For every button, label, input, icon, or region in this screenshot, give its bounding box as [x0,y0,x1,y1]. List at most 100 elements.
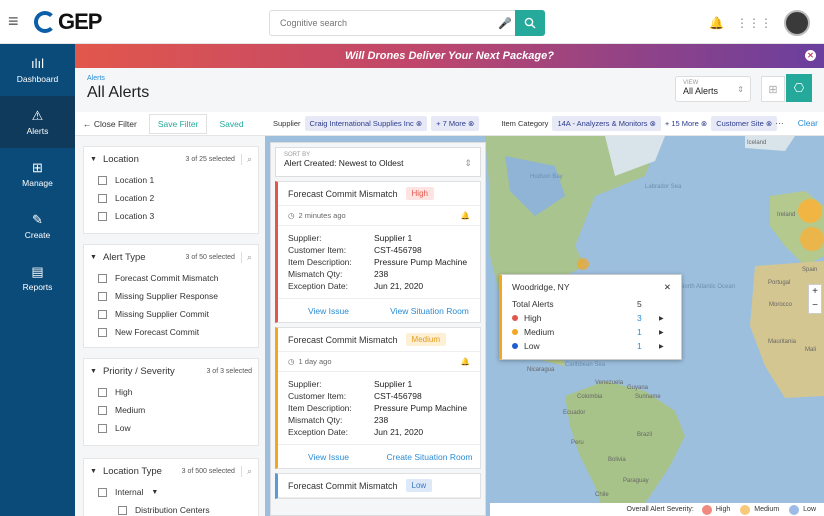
close-filter-button[interactable]: ← Close Filter [83,119,137,129]
checkbox[interactable] [118,505,127,515]
alert-time-row: ◷ 1 day ago 🔔 [278,352,480,372]
search-button[interactable] [515,10,545,36]
filter-option[interactable]: Low [84,419,258,437]
logo[interactable]: GEP [34,9,102,35]
filter-option[interactable]: Distribution Centers [84,501,258,516]
caret-right-icon[interactable]: ▶ [659,329,671,336]
priority-badge: Low [405,479,433,492]
sidebar-item-dashboard[interactable]: ılıl Dashboard [0,44,75,96]
alert-card[interactable]: Forecast Commit Mismatch Low [275,473,481,499]
location-type-filter-header[interactable]: ▼ Location Type 3 of 500 selected ⌕ [84,459,258,483]
search-icon[interactable]: ⌕ [240,153,252,165]
sidebar-item-manage[interactable]: ⊞ Manage [0,148,75,200]
checkbox[interactable] [98,405,107,415]
supplier-chip[interactable]: Craig International Supplies Inc ⊗ [304,116,428,131]
apps-grid-icon[interactable]: ⋮⋮⋮ [736,16,772,30]
filter-option[interactable]: Location 3 [84,207,258,225]
filter-option[interactable]: Forecast Commit Mismatch [84,269,258,287]
alerts-list: SORT BY Alert Created: Newest to Oldest … [270,142,486,516]
report-icon: ▤ [31,263,44,279]
saved-button[interactable]: Saved [219,119,243,129]
map-label-ecuador: Ecuador [563,410,585,416]
save-filter-button[interactable]: Save Filter [148,113,208,134]
filter-option[interactable]: New Forecast Commit [84,323,258,341]
avatar[interactable] [784,10,810,36]
filter-option[interactable]: High [84,383,258,401]
caret-right-icon[interactable]: ▶ [659,343,671,350]
alert-field: Mismatch Qty: 238 [278,414,480,426]
caret-right-icon[interactable]: ▶ [659,315,671,322]
checkbox[interactable] [98,387,107,397]
search-icon[interactable]: ⌕ [240,251,252,263]
field-value: CST-456798 [374,391,422,401]
alert-card[interactable]: Forecast Commit Mismatch Medium ◷ 1 day … [275,327,481,469]
popup-severity-row[interactable]: Medium 1 ▶ [502,325,681,339]
checkbox[interactable] [98,309,107,319]
filter-option-label: Medium [115,405,146,415]
alert-type-filter-header[interactable]: ▼ Alert Type 3 of 50 selected ⌕ [84,245,258,269]
map-label-morocco: Morocco [769,302,793,308]
search-icon[interactable]: ⌕ [240,465,252,477]
checkbox[interactable] [98,175,107,185]
priority-filter-header[interactable]: ▼ Priority / Severity 3 of 3 selected [84,359,258,383]
caret-down-icon: ▼ [90,367,97,375]
map-label-suriname: Suriname [635,394,661,400]
bell-icon[interactable]: 🔔 [461,211,470,220]
checkbox[interactable] [98,291,107,301]
view-issue-link[interactable]: View Issue [278,452,379,462]
close-icon[interactable]: ✕ [664,282,671,293]
caret-down-icon: ▼ [90,467,97,475]
category-more-chip[interactable]: + 15 More ⊗ [665,119,707,128]
filter-option[interactable]: Missing Supplier Commit [84,305,258,323]
checkbox[interactable] [98,327,107,337]
popup-location: Woodridge, NY [512,282,570,292]
sort-select[interactable]: SORT BY Alert Created: Newest to Oldest … [275,147,481,177]
alert-card[interactable]: Forecast Commit Mismatch High ◷ 2 minute… [275,181,481,323]
map-label-bolivia: Bolivia [608,457,626,463]
notification-bell-icon[interactable]: 🔔 [709,16,724,30]
bell-icon[interactable]: 🔔 [461,357,470,366]
checkbox[interactable] [98,273,107,283]
breadcrumb[interactable]: Alerts [87,75,105,82]
supplier-more-chip[interactable]: + 7 More ⊗ [431,116,480,131]
situation-room-link[interactable]: View Situation Room [379,306,480,316]
map-label-north-atlantic: North Atlantic Ocean [680,284,735,290]
checkbox[interactable] [98,193,107,203]
announcement-banner[interactable]: Will Drones Deliver Your Next Package? ✕ [75,44,824,68]
field-label: Exception Date: [288,281,349,291]
grid-view-button[interactable]: ⊞ [761,76,785,102]
popup-severity-row[interactable]: Low 1 ▶ [502,339,681,353]
filter-option[interactable]: Medium [84,401,258,419]
popup-severity-row[interactable]: High 3 ▶ [502,311,681,325]
filter-option[interactable]: Missing Supplier Response [84,287,258,305]
view-select[interactable]: VIEW All Alerts ⇕ [675,76,751,102]
checkbox[interactable] [98,211,107,221]
sidebar-item-alerts[interactable]: ⚠ Alerts [0,96,75,148]
checkbox[interactable] [98,487,107,497]
caret-down-icon[interactable]: ▼ [151,489,158,496]
category-chip[interactable]: 14A - Analyzers & Monitors ⊗ [552,116,661,131]
filter-option[interactable]: Location 2 [84,189,258,207]
checkbox[interactable] [98,423,107,433]
filter-option[interactable]: Location 1 [84,171,258,189]
sidebar-item-reports[interactable]: ▤ Reports [0,252,75,304]
search-input[interactable] [270,18,495,28]
zoom-in-button[interactable]: + [809,285,821,299]
situation-room-link[interactable]: Create Situation Room [379,452,480,462]
customer-site-chip[interactable]: Customer Site ⊗ [711,116,778,131]
location-filter-header[interactable]: ▼ Location 3 of 25 selected ⌕ [84,147,258,171]
map-view-button[interactable]: ⎔ [786,74,812,102]
view-issue-link[interactable]: View Issue [278,306,379,316]
clear-filters-button[interactable]: Clear [798,118,818,128]
field-label: Customer Item: [288,391,347,401]
map-label-spain: Spain [802,267,817,273]
sidebar-item-create[interactable]: ✎ Create [0,200,75,252]
more-options-icon[interactable]: ··· [775,118,784,128]
banner-text: Will Drones Deliver Your Next Package? [345,50,554,62]
filter-option[interactable]: Internal ▼ [84,483,258,501]
zoom-out-button[interactable]: − [809,299,821,313]
field-value: Supplier 1 [374,379,413,389]
hamburger-menu-icon[interactable]: ≡ [8,12,19,30]
microphone-icon[interactable]: 🎤 [495,17,515,30]
close-icon[interactable]: ✕ [805,50,816,61]
